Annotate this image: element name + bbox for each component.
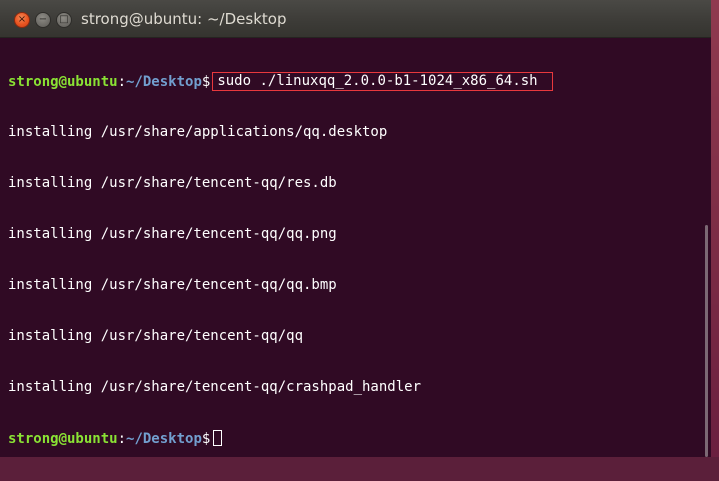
output-line: installing /usr/share/tencent-qq/crashpa… xyxy=(8,379,422,395)
output-line: installing /usr/share/tencent-qq/res.db xyxy=(8,175,337,191)
terminal-output[interactable]: strong@ubuntu:~/Desktop$ sudo ./linuxqq_2… xyxy=(0,39,703,457)
minimize-icon: − xyxy=(38,14,48,25)
highlighted-command: sudo ./linuxqq_2.0.0-b1-1024_x86_64.sh xyxy=(212,72,553,91)
prompt-colon: : xyxy=(117,431,127,447)
prompt-user-host: strong@ubuntu xyxy=(8,74,118,90)
maximize-button[interactable]: □ xyxy=(56,12,72,28)
scrollbar[interactable] xyxy=(703,39,711,457)
close-icon: × xyxy=(17,14,27,25)
close-button[interactable]: × xyxy=(14,12,30,28)
desktop-background xyxy=(711,0,719,457)
prompt-path: ~/Desktop xyxy=(126,431,202,447)
output-line: installing /usr/share/tencent-qq/qq xyxy=(8,328,304,344)
prompt-user-host: strong@ubuntu xyxy=(8,431,118,447)
maximize-icon: □ xyxy=(59,14,69,25)
prompt-line[interactable]: strong@ubuntu:~/Desktop$ xyxy=(8,430,703,447)
minimize-button[interactable]: − xyxy=(35,12,51,28)
prompt-dollar: $ xyxy=(201,431,211,447)
window-title: strong@ubuntu: ~/Desktop xyxy=(81,10,287,28)
scrollbar-thumb[interactable] xyxy=(705,225,708,457)
terminal-window: × − □ strong@ubuntu: ~/Desktop strong@ub… xyxy=(0,0,712,457)
title-bar[interactable]: × − □ strong@ubuntu: ~/Desktop xyxy=(0,0,711,38)
text-cursor xyxy=(213,430,223,446)
output-line: installing /usr/share/tencent-qq/qq.png xyxy=(8,226,337,242)
output-line: installing /usr/share/tencent-qq/qq.bmp xyxy=(8,277,337,293)
prompt-dollar: $ xyxy=(201,74,211,90)
prompt-colon: : xyxy=(117,74,127,90)
command-line: strong@ubuntu:~/Desktop$ sudo ./linuxqq_2… xyxy=(8,72,703,91)
output-line: installing /usr/share/applications/qq.de… xyxy=(8,124,388,140)
prompt-path: ~/Desktop xyxy=(126,74,202,90)
